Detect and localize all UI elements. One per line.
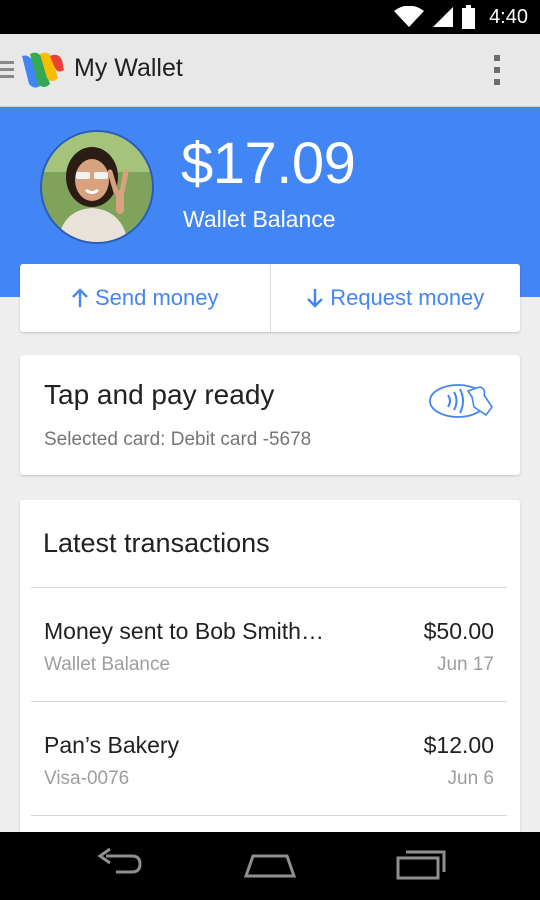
app-title: My Wallet [74, 54, 183, 82]
avatar[interactable] [40, 130, 154, 244]
navigation-bar [0, 832, 540, 900]
signal-icon [433, 7, 454, 27]
transactions-card: Latest transactions Money sent to Bob Sm… [20, 500, 520, 840]
tap-and-pay-card[interactable]: Tap and pay ready Selected card: Debit c… [20, 355, 520, 475]
balance-label: Wallet Balance [183, 206, 336, 232]
balance-amount: $17.09 [181, 131, 356, 196]
arrow-down-icon [307, 289, 324, 308]
battery-icon [462, 5, 476, 29]
send-money-button[interactable]: Send money [20, 264, 270, 332]
app-bar: My Wallet [0, 34, 540, 107]
transaction-amount: $12.00 [423, 732, 494, 758]
back-icon[interactable] [92, 846, 144, 887]
drawer-icon[interactable] [0, 57, 14, 88]
transaction-name: Pan’s Bakery [44, 732, 180, 758]
recents-icon[interactable] [394, 846, 448, 887]
transaction-source: Visa-0076 [44, 768, 130, 789]
request-money-button[interactable]: Request money [271, 264, 521, 332]
status-bar: 4:40 [0, 0, 540, 34]
wallet-logo-icon[interactable] [20, 48, 66, 97]
transaction-amount: $50.00 [423, 618, 494, 644]
tap-and-pay-icon [429, 384, 493, 418]
transaction-row[interactable]: Money sent to Bob Smith… Wallet Balance … [20, 588, 520, 700]
transaction-date: Jun 6 [447, 768, 494, 789]
status-time: 4:40 [489, 5, 528, 28]
status-icons: 4:40 [394, 0, 528, 34]
transactions-title: Latest transactions [43, 528, 270, 558]
overflow-menu-icon[interactable] [490, 54, 504, 91]
selected-card-text: Selected card: Debit card -5678 [44, 429, 312, 450]
home-icon[interactable] [243, 846, 297, 887]
wifi-icon [394, 6, 425, 27]
transaction-name: Money sent to Bob Smith… [44, 618, 324, 644]
arrow-up-icon [72, 288, 88, 307]
money-actions-card: Send money Request money [20, 264, 520, 332]
divider [31, 815, 507, 816]
tap-and-pay-title: Tap and pay ready [44, 379, 275, 410]
send-money-label: Send money [94, 285, 219, 310]
transaction-date: Jun 17 [436, 654, 494, 675]
request-money-label: Request money [330, 285, 485, 310]
transaction-row[interactable]: Pan’s Bakery Visa-0076 $12.00 Jun 6 [20, 702, 520, 814]
transaction-source: Wallet Balance [44, 654, 171, 675]
